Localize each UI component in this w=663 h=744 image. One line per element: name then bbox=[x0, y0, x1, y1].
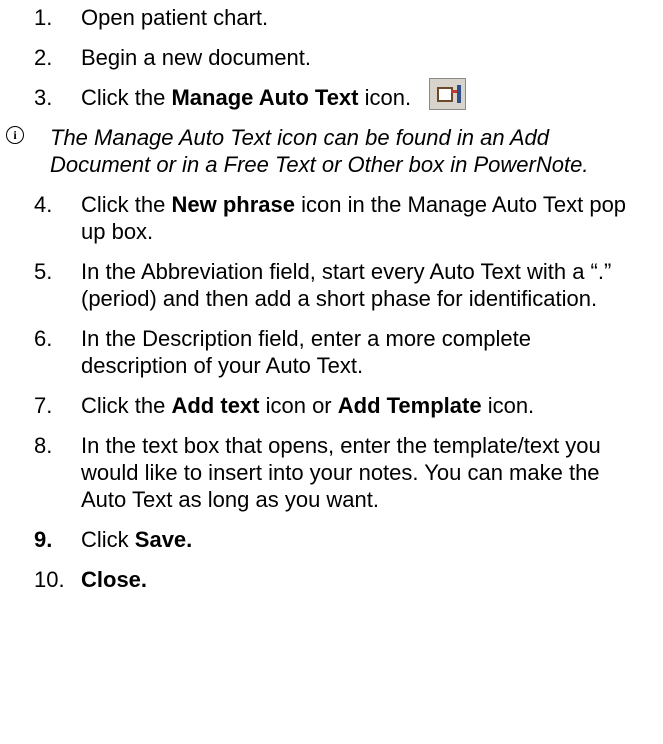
step-text: Click Save. bbox=[81, 527, 193, 552]
step-text: In the Abbreviation field, start every A… bbox=[81, 259, 612, 311]
info-icon: i bbox=[6, 126, 24, 144]
step-text: Click the New phrase icon in the Manage … bbox=[81, 192, 627, 244]
step-text: Begin a new document. bbox=[81, 45, 311, 70]
step-text: In the Description field, enter a more c… bbox=[81, 326, 532, 378]
instruction-page: 1. Open patient chart. 2. Begin a new do… bbox=[0, 0, 663, 744]
step-number: 6. bbox=[34, 326, 53, 351]
manage-auto-text-icon[interactable] bbox=[429, 78, 466, 110]
step-text: Open patient chart. bbox=[81, 5, 269, 30]
step-number: 7. bbox=[34, 393, 53, 418]
step-number: 8. bbox=[34, 433, 53, 458]
step-number: 3. bbox=[34, 85, 53, 110]
step-number: 9. bbox=[34, 527, 53, 552]
step-number: 10. bbox=[34, 567, 65, 592]
note-text: The Manage Auto Text icon can be found i… bbox=[50, 125, 589, 177]
step-text: Click the Add text icon or Add Template … bbox=[81, 393, 535, 418]
step-text: In the text box that opens, enter the te… bbox=[81, 433, 601, 512]
step-text: Close. bbox=[81, 567, 148, 592]
step-text: Click the Manage Auto Text icon. bbox=[81, 85, 412, 110]
step-number: 1. bbox=[34, 5, 53, 30]
step-number: 4. bbox=[34, 192, 53, 217]
step-number: 2. bbox=[34, 45, 53, 70]
step-number: 5. bbox=[34, 259, 53, 284]
